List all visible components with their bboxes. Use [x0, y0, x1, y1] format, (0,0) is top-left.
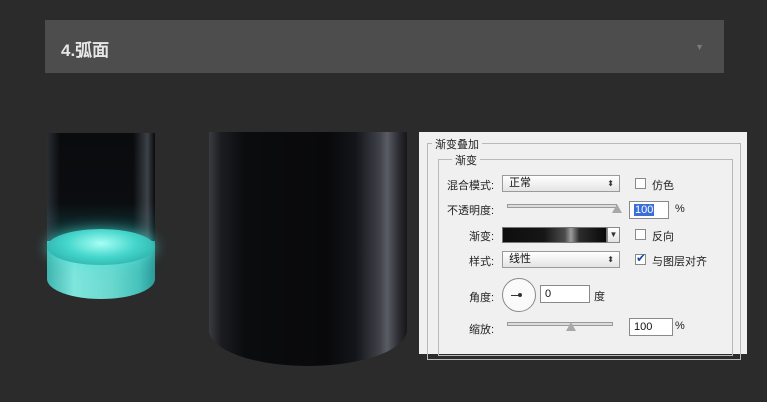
opacity-unit: % — [675, 203, 685, 215]
small-cylinder-illustration — [45, 133, 157, 301]
opacity-input[interactable]: 100 — [629, 201, 669, 219]
scale-unit: % — [675, 320, 685, 332]
select-arrows-icon: ⬍ — [607, 179, 614, 188]
opacity-label: 不透明度: — [447, 205, 495, 217]
large-cylinder-illustration — [209, 132, 407, 366]
section-label: 渐变 — [452, 152, 480, 168]
gradient-overlay-panel: 渐变叠加 渐变 混合模式: 正常 ⬍ 仿色 不透明度: 100 % 渐变: ▼ … — [419, 132, 747, 360]
blend-mode-label: 混合模式: — [447, 180, 495, 192]
reverse-label: 反向 — [652, 231, 674, 243]
angle-input[interactable]: 0 — [540, 285, 590, 303]
align-with-layer-label: 与图层对齐 — [652, 256, 707, 268]
style-value: 线性 — [509, 253, 531, 265]
blend-mode-value: 正常 — [509, 177, 531, 189]
gradient-label: 渐变: — [469, 231, 495, 243]
opacity-slider-thumb[interactable] — [612, 204, 622, 213]
select-arrows-icon: ⬍ — [607, 255, 614, 264]
angle-label: 角度: — [469, 292, 495, 304]
section-title: 4.弧面 — [61, 41, 110, 60]
dither-label: 仿色 — [652, 180, 674, 192]
angle-unit: 度 — [594, 291, 605, 303]
panel-title: 渐变叠加 — [432, 136, 482, 152]
gradient-dropdown-icon[interactable]: ▼ — [607, 227, 620, 243]
blend-mode-select[interactable]: 正常 ⬍ — [502, 175, 620, 192]
dither-checkbox[interactable] — [635, 178, 646, 189]
liquid-surface — [47, 229, 155, 265]
align-with-layer-checkbox[interactable] — [635, 251, 646, 265]
scale-input[interactable]: 100 — [629, 318, 673, 336]
style-select[interactable]: 线性 ⬍ — [502, 251, 620, 268]
scale-slider-thumb[interactable] — [565, 322, 576, 331]
opacity-slider-track[interactable] — [507, 204, 617, 208]
scale-slider-track[interactable] — [507, 322, 613, 326]
scale-label: 缩放: — [469, 324, 495, 336]
gradient-preview[interactable] — [502, 227, 607, 243]
reverse-checkbox[interactable] — [635, 229, 646, 240]
chevron-down-icon[interactable]: ▼ — [695, 42, 704, 52]
section-header[interactable]: 4.弧面 ▼ — [45, 20, 724, 73]
angle-dial[interactable] — [502, 278, 536, 312]
style-label: 样式: — [469, 256, 495, 268]
